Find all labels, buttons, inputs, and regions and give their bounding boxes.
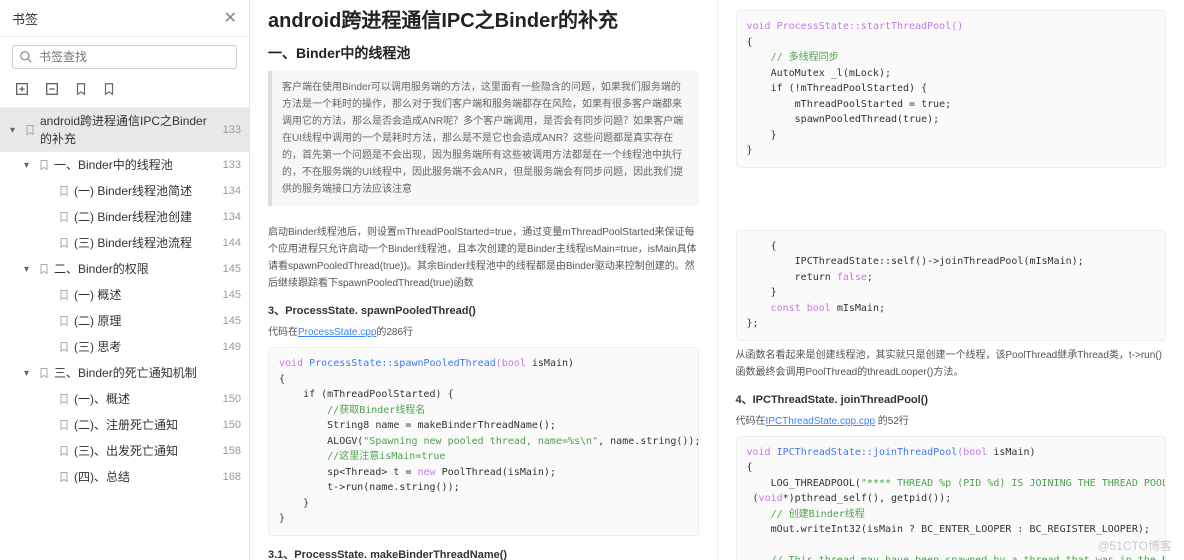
sidebar-title: 书签 <box>12 9 38 28</box>
bookmark-add-icon[interactable] <box>74 81 88 97</box>
tree-label: (三) 思考 <box>74 338 121 356</box>
tree-row[interactable]: (一) 概述 145 <box>0 282 249 308</box>
document-title: android跨进程通信IPC之Binder的补充 <box>268 4 699 33</box>
sidebar-header: 书签 ✕ <box>0 0 249 37</box>
caret-icon[interactable]: ▾ <box>24 158 34 173</box>
tree-label: (二) 原理 <box>74 312 121 330</box>
tree-row[interactable]: (二) 原理 145 <box>0 308 249 334</box>
page-left: android跨进程通信IPC之Binder的补充 一、Binder中的线程池 … <box>250 0 718 560</box>
tree-label: (二) Binder线程池创建 <box>74 208 192 226</box>
tree-row[interactable]: (四)、总结 168 <box>0 464 249 490</box>
page-number: 150 <box>223 419 241 431</box>
tree-label: (四)、总结 <box>74 468 130 486</box>
heading-3b: 3.1、ProcessState. makeBinderThreadName() <box>268 546 699 560</box>
page-number: 133 <box>223 124 241 136</box>
tree-row[interactable]: (三) Binder线程池流程 144 <box>0 230 249 256</box>
page-number: 145 <box>223 315 241 327</box>
tree-label: (三)、出发死亡通知 <box>74 442 178 460</box>
bookmark-icon[interactable] <box>102 81 116 97</box>
source-ref: 代码在IPCThreadState.cpp.cpp 的52行 <box>736 413 1167 430</box>
tree-row[interactable]: (二) Binder线程池创建 134 <box>0 204 249 230</box>
tree-label: android跨进程通信IPC之Binder的补充 <box>40 112 217 148</box>
tree-label: (一) 概述 <box>74 286 121 304</box>
heading-3a: 3、ProcessState. spawnPooledThread() <box>268 302 699 318</box>
tree-label: (一)、概述 <box>74 390 130 408</box>
caret-icon[interactable]: ▾ <box>10 123 20 138</box>
caret-icon[interactable]: ▾ <box>24 366 34 381</box>
paragraph: 启动Binder线程池后，则设置mThreadPoolStarted=true，… <box>268 224 699 292</box>
tree-label: 一、Binder中的线程池 <box>54 156 173 174</box>
search-input[interactable] <box>39 50 230 64</box>
tree-row[interactable]: (三) 思考 149 <box>0 334 249 360</box>
page-number: 133 <box>223 159 241 171</box>
tree-row[interactable]: ▾ 一、Binder中的线程池 133 <box>0 152 249 178</box>
paragraph: 从函数名看起来是创建线程池，其实就只是创建一个线程，该PoolThread继承T… <box>736 347 1167 381</box>
page-number: 158 <box>223 445 241 457</box>
tree-label: (二)、注册死亡通知 <box>74 416 178 434</box>
code-block-pool-return: { IPCThreadState::self()->joinThreadPool… <box>736 230 1167 341</box>
tree-row[interactable]: (二)、注册死亡通知 150 <box>0 412 249 438</box>
search-icon <box>19 50 33 64</box>
tree-row[interactable]: ▾ 三、Binder的死亡通知机制 <box>0 360 249 386</box>
source-link[interactable]: IPCThreadState.cpp.cpp <box>766 416 876 427</box>
tree-row[interactable]: (一) Binder线程池简述 134 <box>0 178 249 204</box>
page-number: 145 <box>223 263 241 275</box>
tree-row[interactable]: ▾ android跨进程通信IPC之Binder的补充 133 <box>0 108 249 152</box>
tree-label: (一) Binder线程池简述 <box>74 182 192 200</box>
search-container <box>0 37 249 77</box>
tree-row[interactable]: (一)、概述 150 <box>0 386 249 412</box>
caret-icon[interactable]: ▾ <box>24 262 34 277</box>
tree-label: (三) Binder线程池流程 <box>74 234 192 252</box>
tree-row[interactable]: (三)、出发死亡通知 158 <box>0 438 249 464</box>
heading-1: 一、Binder中的线程池 <box>268 43 699 63</box>
page-number: 134 <box>223 211 241 223</box>
source-ref: 代码在ProcessState.cpp的286行 <box>268 324 699 341</box>
page-right: void ProcessState::startThreadPool() { /… <box>718 0 1184 560</box>
page-number: 144 <box>223 237 241 249</box>
tree-label: 二、Binder的权限 <box>54 260 149 278</box>
document-content: android跨进程通信IPC之Binder的补充 一、Binder中的线程池 … <box>250 0 1184 560</box>
page-number: 150 <box>223 393 241 405</box>
bookmark-tree: ▾ android跨进程通信IPC之Binder的补充 133 ▾ 一、Binder中的… <box>0 108 249 560</box>
page-number: 149 <box>223 341 241 353</box>
collapse-icon[interactable] <box>44 81 60 97</box>
blockquote: 客户端在使用Binder可以调用服务端的方法，这里面有一些隐含的问题，如果我们服… <box>268 71 699 206</box>
page-number: 134 <box>223 185 241 197</box>
page-number: 168 <box>223 471 241 483</box>
code-block-spawnPooledThread: void ProcessState::spawnPooledThread(boo… <box>268 347 699 536</box>
heading-3c: 4、IPCThreadState. joinThreadPool() <box>736 391 1167 407</box>
expand-icon[interactable] <box>14 81 30 97</box>
tree-row[interactable]: ▾ 二、Binder的权限 145 <box>0 256 249 282</box>
close-icon[interactable]: ✕ <box>224 8 237 28</box>
watermark: @51CTO博客 <box>1097 537 1172 554</box>
page-number: 145 <box>223 289 241 301</box>
source-link[interactable]: ProcessState.cpp <box>298 327 376 338</box>
tree-label: 三、Binder的死亡通知机制 <box>54 364 197 382</box>
search-box[interactable] <box>12 45 237 69</box>
sidebar-toolbar <box>0 77 249 108</box>
bookmarks-sidebar: 书签 ✕ ▾ android跨进程通信IPC之Binder的补充 133 ▾ 一、Bin… <box>0 0 250 560</box>
code-block-startThreadPool: void ProcessState::startThreadPool() { /… <box>736 10 1167 168</box>
